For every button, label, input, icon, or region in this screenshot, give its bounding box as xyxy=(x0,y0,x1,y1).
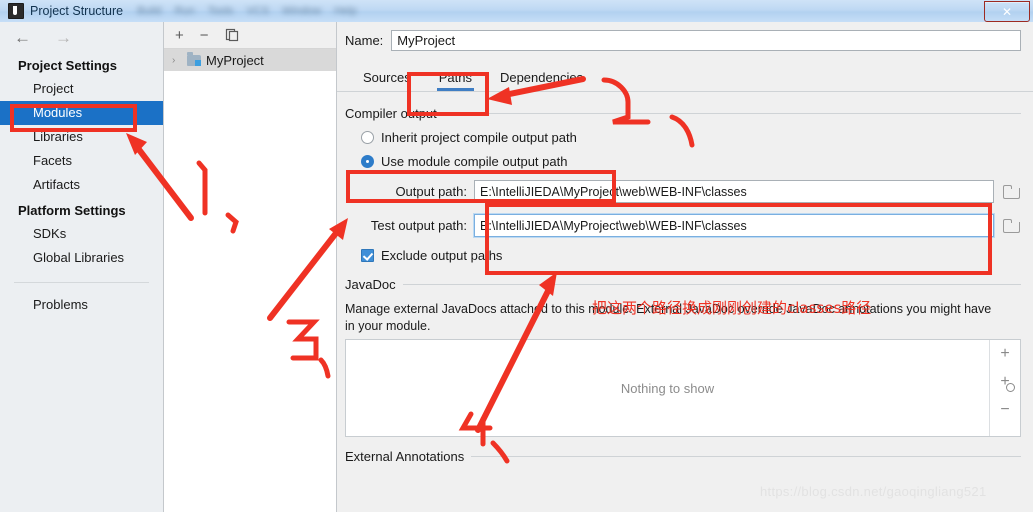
javadoc-list-buttons: + + − xyxy=(989,340,1020,436)
window-title: Project Structure xyxy=(30,4,123,18)
blog-watermark: https://blog.csdn.net/gaoqingliang521 xyxy=(760,484,987,499)
copy-module-icon[interactable] xyxy=(225,28,239,42)
module-name-input[interactable]: MyProject xyxy=(391,30,1021,51)
add-javadoc-button[interactable]: + xyxy=(1000,346,1009,362)
sidebar-item-modules[interactable]: Modules xyxy=(0,101,163,125)
sidebar-item-global-libraries[interactable]: Global Libraries xyxy=(0,246,163,270)
blurred-menu-item: Window xyxy=(282,5,321,17)
sidebar-item-problems[interactable]: Problems xyxy=(0,293,163,317)
javadoc-description: Manage external JavaDocs attached to thi… xyxy=(345,301,1000,335)
modules-tree-toolbar: + − xyxy=(164,22,336,49)
blurred-menu-item: Help xyxy=(334,5,357,17)
inherit-output-radio-row[interactable]: Inherit project compile output path xyxy=(361,130,1033,145)
blurred-menu-item: Run xyxy=(175,5,195,17)
add-module-icon[interactable]: + xyxy=(175,28,184,43)
javadoc-empty-text: Nothing to show xyxy=(621,381,714,396)
javadoc-title: JavaDoc xyxy=(345,277,396,292)
close-window-button[interactable]: ✕ xyxy=(984,1,1030,22)
app-root: Project Structure Build Run Tools VCS Wi… xyxy=(0,0,1033,512)
exclude-output-paths-row[interactable]: Exclude output paths xyxy=(361,248,1033,263)
folder-browse-icon[interactable] xyxy=(1001,183,1021,201)
add-javadoc-url-button[interactable]: + xyxy=(1000,374,1009,390)
blurred-menu-item: Build xyxy=(137,5,161,17)
use-module-output-radio-row[interactable]: Use module compile output path xyxy=(361,154,1033,169)
back-arrow-icon[interactable]: ← xyxy=(14,29,31,46)
sidebar-item-libraries[interactable]: Libraries xyxy=(0,125,163,149)
chevron-right-icon[interactable]: › xyxy=(172,55,182,66)
tab-dependencies[interactable]: Dependencies xyxy=(486,67,597,91)
blurred-menu-item: VCS xyxy=(246,5,269,17)
module-folder-icon xyxy=(187,55,201,66)
dialog-content: ← → Project Settings Project Modules Lib… xyxy=(0,22,1033,512)
output-path-label: Output path: xyxy=(345,184,467,199)
globe-icon xyxy=(1006,383,1015,392)
sidebar-group-platform-settings: Platform Settings xyxy=(0,197,163,222)
sidebar-divider xyxy=(14,282,149,283)
intellij-logo-icon xyxy=(8,3,24,19)
test-output-path-row: Test output path: E:\IntelliJIEDA\MyProj… xyxy=(345,214,1021,237)
exclude-output-paths-checkbox[interactable] xyxy=(361,249,374,262)
use-module-output-label: Use module compile output path xyxy=(381,154,567,169)
compiler-output-section-header: Compiler output xyxy=(345,106,1021,121)
external-annotations-section-header: External Annotations xyxy=(345,449,1021,464)
external-annotations-title: External Annotations xyxy=(345,449,464,464)
test-output-path-label: Test output path: xyxy=(345,218,467,233)
output-path-input[interactable]: E:\IntelliJIEDA\MyProject\web\WEB-INF\cl… xyxy=(474,180,994,203)
folder-browse-icon[interactable] xyxy=(1001,217,1021,235)
use-module-output-radio[interactable] xyxy=(361,155,374,168)
exclude-output-paths-label: Exclude output paths xyxy=(381,248,502,263)
sidebar-item-sdks[interactable]: SDKs xyxy=(0,222,163,246)
test-output-path-input[interactable]: E:\IntelliJIEDA\MyProject\web\WEB-INF\cl… xyxy=(474,214,994,237)
sidebar-nav-buttons: ← → xyxy=(0,22,163,52)
section-divider xyxy=(471,456,1021,457)
javadoc-section-header: JavaDoc xyxy=(345,277,1021,292)
tree-row[interactable]: › MyProject xyxy=(164,49,336,71)
output-path-row: Output path: E:\IntelliJIEDA\MyProject\w… xyxy=(345,180,1021,203)
sidebar-item-project[interactable]: Project xyxy=(0,77,163,101)
tab-paths[interactable]: Paths xyxy=(425,67,486,91)
sidebar-item-facets[interactable]: Facets xyxy=(0,149,163,173)
compiler-output-title: Compiler output xyxy=(345,106,437,121)
module-editor-pane: Name: MyProject Sources Paths Dependenci… xyxy=(337,22,1033,512)
modules-tree-pane: + − › MyProject xyxy=(164,22,337,512)
remove-javadoc-button[interactable]: − xyxy=(1000,402,1009,418)
javadoc-list: Nothing to show + + − xyxy=(345,339,1021,437)
module-name-row: Name: MyProject xyxy=(337,22,1033,51)
module-tabs: Sources Paths Dependencies xyxy=(337,64,1033,92)
inherit-output-label: Inherit project compile output path xyxy=(381,130,577,145)
blurred-background-menu: Build Run Tools VCS Window Help xyxy=(137,5,357,17)
tab-sources[interactable]: Sources xyxy=(349,67,425,91)
javadoc-list-body: Nothing to show xyxy=(346,340,989,436)
settings-sidebar: ← → Project Settings Project Modules Lib… xyxy=(0,22,164,512)
tree-item-label: MyProject xyxy=(206,53,264,68)
remove-module-icon[interactable]: − xyxy=(200,28,209,43)
section-divider xyxy=(444,113,1021,114)
section-divider xyxy=(403,284,1021,285)
sidebar-group-project-settings: Project Settings xyxy=(0,52,163,77)
window-title-bar: Project Structure Build Run Tools VCS Wi… xyxy=(0,0,1033,23)
sidebar-item-artifacts[interactable]: Artifacts xyxy=(0,173,163,197)
forward-arrow-icon[interactable]: → xyxy=(55,29,72,46)
module-name-label: Name: xyxy=(345,33,383,48)
inherit-output-radio[interactable] xyxy=(361,131,374,144)
blurred-menu-item: Tools xyxy=(208,5,234,17)
